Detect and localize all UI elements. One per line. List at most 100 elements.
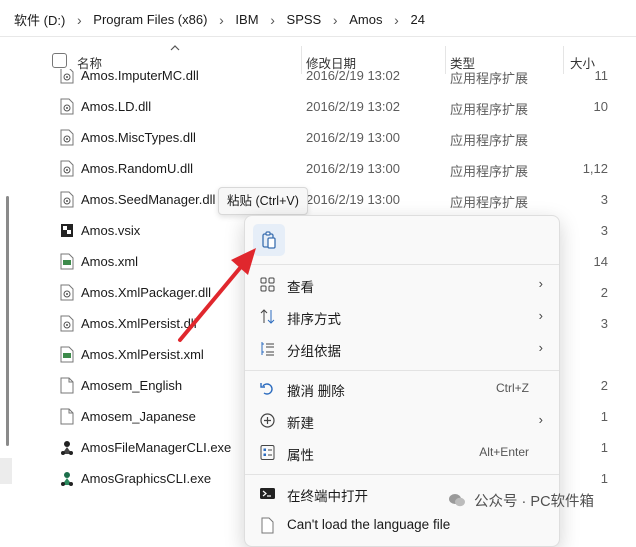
file-size: 1: [600, 409, 608, 424]
dll-file-icon: [60, 98, 74, 115]
file-date: 2016/2/19 13:02: [306, 68, 400, 83]
file-size: 3: [600, 223, 608, 238]
chevron-right-icon: ›: [538, 412, 543, 427]
file-size: 2: [600, 378, 608, 393]
file-name: Amos.XmlPackager.dll: [81, 285, 212, 300]
file-name: Amos.xml: [81, 254, 139, 269]
menu-item-label: 新建: [287, 416, 314, 431]
file-row[interactable]: Amos.LD.dll 2016/2/19 13:02 应用程序扩展 10: [0, 91, 636, 122]
group-icon: [259, 340, 276, 357]
paste-icon: [261, 231, 277, 252]
wechat-icon: [448, 493, 466, 512]
file-size: 1,12: [582, 161, 608, 176]
file-row[interactable]: Amos.RandomU.dll 2016/2/19 13:00 应用程序扩展 …: [0, 153, 636, 184]
menu-item-label: 撤消 删除: [287, 384, 345, 399]
blank-file-icon: [60, 377, 74, 394]
file-size: 3: [600, 192, 608, 207]
exe-file-icon: [60, 470, 74, 487]
file-name: Amos.RandomU.dll: [81, 161, 193, 176]
file-size: 1: [600, 440, 608, 455]
file-name: AmosFileManagerCLI.exe: [81, 440, 232, 455]
dll-file-icon: [60, 69, 74, 84]
sort-icon: [259, 308, 276, 325]
chevron-right-icon: ›: [219, 11, 224, 28]
watermark: 公众号 · PC软件箱: [448, 490, 594, 512]
select-all-checkbox[interactable]: [52, 53, 67, 68]
file-date: 2016/2/19 13:00: [306, 130, 400, 145]
paste-tooltip: 粘贴 (Ctrl+V): [218, 187, 308, 215]
breadcrumb-item-drive[interactable]: 软件 (D:): [14, 10, 65, 29]
menu-item-label: 排序方式: [287, 312, 341, 327]
file-size: 11: [594, 68, 609, 83]
chevron-right-icon: ›: [538, 308, 543, 323]
menu-item-new[interactable]: 新建 ›: [249, 405, 555, 435]
chevron-right-icon: ›: [76, 11, 82, 28]
file-date: 2016/2/19 13:00: [306, 161, 400, 176]
vertical-scrollbar-thumb[interactable]: [6, 196, 9, 446]
breadcrumb-item-ibm[interactable]: IBM: [235, 12, 258, 27]
chevron-right-icon: ›: [538, 276, 543, 291]
file-name: Amosem_English: [81, 378, 183, 393]
grid-view-icon: [259, 276, 276, 293]
file-size: 3: [600, 316, 608, 331]
exe-file-icon: [60, 439, 74, 456]
file-row[interactable]: Amos.SeedManager.dll 2016/2/19 13:00 应用程…: [0, 184, 636, 215]
dll-file-icon: [60, 160, 74, 177]
address-bar[interactable]: 软件 (D:) › Program Files (x86) › IBM › SP…: [0, 0, 636, 37]
xml-file-icon: [60, 346, 74, 363]
dll-file-icon: [60, 191, 74, 208]
menu-separator: [245, 264, 559, 265]
file-name: Amos.vsix: [81, 223, 141, 238]
shortcut-hint: Alt+Enter: [479, 445, 529, 459]
menu-item-label: 查看: [287, 280, 314, 295]
file-date: 2016/2/19 13:02: [306, 99, 400, 114]
file-name: Amos.XmlPersist.xml: [81, 347, 204, 362]
breadcrumb-item-24[interactable]: 24: [410, 12, 424, 27]
menu-item-language-file-error[interactable]: Can't load the language file: [249, 510, 555, 540]
breadcrumb-item-spss[interactable]: SPSS: [287, 12, 322, 27]
menu-separator: [245, 370, 559, 371]
sort-ascending-icon: [170, 40, 180, 55]
file-type: 应用程序扩展: [450, 133, 529, 148]
chevron-right-icon: ›: [538, 340, 543, 355]
scrollbar-track-end[interactable]: [0, 458, 12, 484]
file-size: 1: [600, 471, 608, 486]
file-type: 应用程序扩展: [450, 195, 529, 210]
breadcrumb: 软件 (D:) › Program Files (x86) › IBM › SP…: [14, 10, 425, 29]
paste-button[interactable]: [253, 224, 285, 256]
new-icon: [259, 412, 276, 429]
menu-item-sort-by[interactable]: 排序方式 ›: [249, 301, 555, 331]
blank-file-icon: [60, 408, 74, 425]
vsix-file-icon: [60, 222, 74, 239]
terminal-icon: [259, 485, 276, 502]
menu-item-properties[interactable]: 属性 Alt+Enter: [249, 437, 555, 467]
breadcrumb-item-amos[interactable]: Amos: [349, 12, 382, 27]
file-date: 2016/2/19 13:00: [306, 192, 400, 207]
file-name: Amos.XmlPersist.dll: [81, 316, 197, 331]
menu-item-view[interactable]: 查看 ›: [249, 269, 555, 299]
file-size: 14: [593, 254, 608, 269]
file-size: 2: [600, 285, 608, 300]
menu-item-label: Can't load the language file: [287, 517, 451, 532]
file-name: Amos.ImputerMC.dll: [81, 68, 199, 83]
chevron-right-icon: ›: [394, 11, 399, 28]
file-name: AmosGraphicsCLI.exe: [81, 471, 212, 486]
menu-item-label: 分组依据: [287, 344, 341, 359]
dll-file-icon: [60, 315, 74, 332]
dll-file-icon: [60, 129, 74, 146]
menu-item-undo-delete[interactable]: 撤消 删除 Ctrl+Z: [249, 373, 555, 403]
file-row[interactable]: Amos.MiscTypes.dll 2016/2/19 13:00 应用程序扩…: [0, 122, 636, 153]
menu-item-label: 在终端中打开: [287, 489, 368, 504]
chevron-right-icon: ›: [332, 11, 338, 28]
file-type: 应用程序扩展: [450, 102, 529, 117]
dll-file-icon: [60, 284, 74, 301]
chevron-right-icon: ›: [270, 11, 275, 28]
file-name: Amosem_Japanese: [81, 409, 196, 424]
file-name: Amos.MiscTypes.dll: [81, 130, 196, 145]
breadcrumb-item-program-files[interactable]: Program Files (x86): [93, 12, 207, 27]
watermark-text: 公众号 · PC软件箱: [474, 494, 595, 510]
file-name: Amos.SeedManager.dll: [81, 192, 216, 207]
shortcut-hint: Ctrl+Z: [496, 381, 529, 395]
file-name: Amos.LD.dll: [81, 99, 152, 114]
menu-item-group-by[interactable]: 分组依据 ›: [249, 333, 555, 363]
